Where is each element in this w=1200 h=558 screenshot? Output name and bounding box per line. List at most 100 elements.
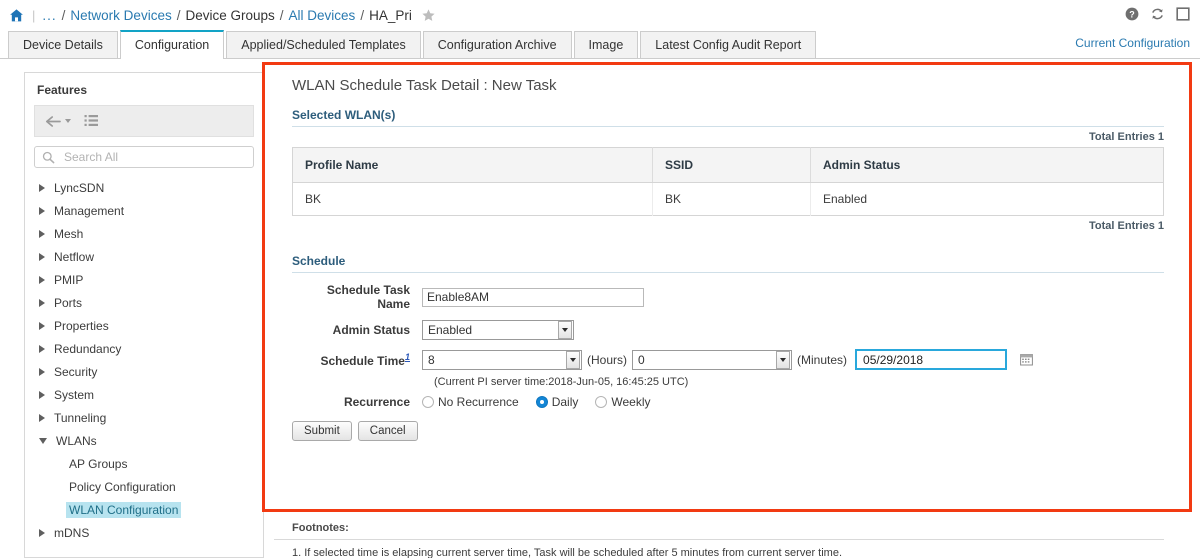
favorite-star-icon[interactable] xyxy=(412,8,436,23)
admin-status-select[interactable]: Enabled xyxy=(422,320,574,340)
list-view-icon[interactable] xyxy=(84,114,99,128)
cell-ssid: BK xyxy=(652,182,811,216)
breadcrumb-item-device-groups[interactable]: Device Groups xyxy=(185,8,274,23)
cancel-button[interactable]: Cancel xyxy=(357,421,418,441)
label-schedule-time-text: Schedule Time xyxy=(320,353,405,368)
column-header-admin-status[interactable]: Admin Status xyxy=(810,147,1164,183)
label-recurrence: Recurrence xyxy=(343,395,410,409)
tree-item-ports[interactable]: Ports xyxy=(25,291,263,314)
schedule-task-name-input[interactable] xyxy=(422,287,644,307)
breadcrumb-item-all-devices[interactable]: All Devices xyxy=(289,8,356,23)
tab-image[interactable]: Image xyxy=(573,31,639,58)
tree-item-tunneling[interactable]: Tunneling xyxy=(25,406,263,429)
submit-button[interactable]: Submit xyxy=(292,421,352,441)
tree-item-label: Netflow xyxy=(54,249,95,264)
footnotes-block: Footnotes: 1. If selected time is elapsi… xyxy=(274,514,1182,558)
tree-item-label: mDNS xyxy=(54,525,90,540)
triangle-right-icon xyxy=(39,367,45,376)
tree-item-label-selected: WLAN Configuration xyxy=(66,501,182,518)
wlan-schedule-task-detail-pane: WLAN Schedule Task Detail : New Task Sel… xyxy=(274,67,1182,441)
form-row-task-name: Schedule Task Name xyxy=(292,283,1164,311)
tree-item-label: AP Groups xyxy=(69,456,128,471)
tree-item-pmip[interactable]: PMIP xyxy=(25,268,263,291)
breadcrumb-slash: / xyxy=(61,7,66,23)
cell-profile-name: BK xyxy=(292,182,653,216)
tab-device-details[interactable]: Device Details xyxy=(8,31,118,58)
admin-status-value: Enabled xyxy=(428,323,473,337)
table-row[interactable]: BK BK Enabled xyxy=(292,182,1164,216)
schedule-minutes-select[interactable]: 0 xyxy=(632,349,793,370)
tree-item-properties[interactable]: Properties xyxy=(25,314,263,337)
tree-item-netflow[interactable]: Netflow xyxy=(25,245,263,268)
triangle-right-icon xyxy=(39,413,45,422)
triangle-right-icon xyxy=(39,528,45,537)
selected-wlans-heading: Selected WLAN(s) xyxy=(292,108,1164,127)
column-header-profile-name[interactable]: Profile Name xyxy=(292,147,653,183)
tree-item-label: Mesh xyxy=(54,226,84,241)
tree-item-security[interactable]: Security xyxy=(25,360,263,383)
column-header-ssid[interactable]: SSID xyxy=(652,147,811,183)
radio-no-recurrence[interactable] xyxy=(422,396,434,408)
minutes-value: 0 xyxy=(638,352,645,367)
footnotes-title: Footnotes: xyxy=(274,514,1164,540)
page-title: WLAN Schedule Task Detail : New Task xyxy=(292,77,557,94)
label-admin-status: Admin Status xyxy=(332,323,410,337)
tab-bar: Device Details Configuration Applied/Sch… xyxy=(0,30,1200,59)
tree-item-wlan-configuration[interactable]: WLAN Configuration xyxy=(25,498,263,521)
tree-item-label: Security xyxy=(54,364,98,379)
schedule-date-field[interactable] xyxy=(855,349,1033,370)
tree-item-management[interactable]: Management xyxy=(25,199,263,222)
breadcrumb-ellipsis[interactable]: ... xyxy=(42,8,56,23)
breadcrumb-bar: | ... / Network Devices / Device Groups … xyxy=(0,0,1200,30)
tree-item-wlans[interactable]: WLANs xyxy=(25,429,263,452)
panel-toggle-icon[interactable] xyxy=(1176,7,1190,21)
search-box[interactable] xyxy=(34,146,254,168)
tree-item-mdns[interactable]: mDNS xyxy=(25,521,263,544)
tree-item-label: WLANs xyxy=(56,433,97,448)
tree-item-label: Tunneling xyxy=(54,410,107,425)
radio-weekly[interactable] xyxy=(595,396,608,408)
tree-item-label: System xyxy=(54,387,95,402)
radio-daily[interactable] xyxy=(535,396,548,408)
footnote-marker-link[interactable]: 1 xyxy=(405,352,410,362)
radio-label-daily[interactable]: Daily xyxy=(552,395,579,409)
tree-item-ap-groups[interactable]: AP Groups xyxy=(25,452,263,475)
form-button-row: Submit Cancel xyxy=(292,421,1164,441)
tree-item-redundancy[interactable]: Redundancy xyxy=(25,337,263,360)
tab-configuration[interactable]: Configuration xyxy=(119,30,225,59)
triangle-right-icon xyxy=(39,321,45,330)
breadcrumb-item-network-devices[interactable]: Network Devices xyxy=(70,8,171,23)
tab-latest-config-audit-report[interactable]: Latest Config Audit Report xyxy=(640,31,817,58)
radio-label-weekly[interactable]: Weekly xyxy=(611,395,650,409)
tree-item-label: LyncSDN xyxy=(54,180,105,195)
form-row-admin-status: Admin Status Enabled xyxy=(292,320,1164,340)
calendar-icon[interactable] xyxy=(1020,353,1033,366)
home-icon[interactable] xyxy=(9,8,24,23)
schedule-date-input[interactable] xyxy=(861,351,1021,368)
triangle-right-icon xyxy=(39,344,45,353)
triangle-down-icon xyxy=(39,437,47,444)
back-arrow-button[interactable] xyxy=(45,115,71,128)
tree-item-policy-configuration[interactable]: Policy Configuration xyxy=(25,475,263,498)
tree-item-system[interactable]: System xyxy=(25,383,263,406)
search-icon xyxy=(42,151,55,164)
tree-item-lyncsdn[interactable]: LyncSDN xyxy=(25,176,263,199)
help-icon[interactable]: ? xyxy=(1125,7,1139,21)
schedule-hours-select[interactable]: 8 xyxy=(422,349,582,370)
breadcrumb-divider: | xyxy=(32,7,36,23)
label-schedule-time: Schedule Time1 xyxy=(292,352,422,368)
features-toolbar xyxy=(34,105,254,137)
search-input[interactable] xyxy=(62,149,242,165)
tree-item-mesh[interactable]: Mesh xyxy=(25,222,263,245)
triangle-right-icon xyxy=(39,390,45,399)
triangle-right-icon xyxy=(39,252,45,261)
svg-text:?: ? xyxy=(1129,9,1135,19)
triangle-right-icon xyxy=(39,206,45,215)
radio-label-no-recurrence[interactable]: No Recurrence xyxy=(438,395,519,409)
tab-applied-scheduled-templates[interactable]: Applied/Scheduled Templates xyxy=(226,31,421,58)
hours-unit-label: (Hours) xyxy=(587,352,628,367)
current-configuration-link[interactable]: Current Configuration xyxy=(1075,36,1190,50)
tab-configuration-archive[interactable]: Configuration Archive xyxy=(422,31,572,58)
form-row-recurrence: Recurrence No Recurrence Daily Weekly xyxy=(292,395,1164,409)
refresh-icon[interactable] xyxy=(1150,7,1165,21)
